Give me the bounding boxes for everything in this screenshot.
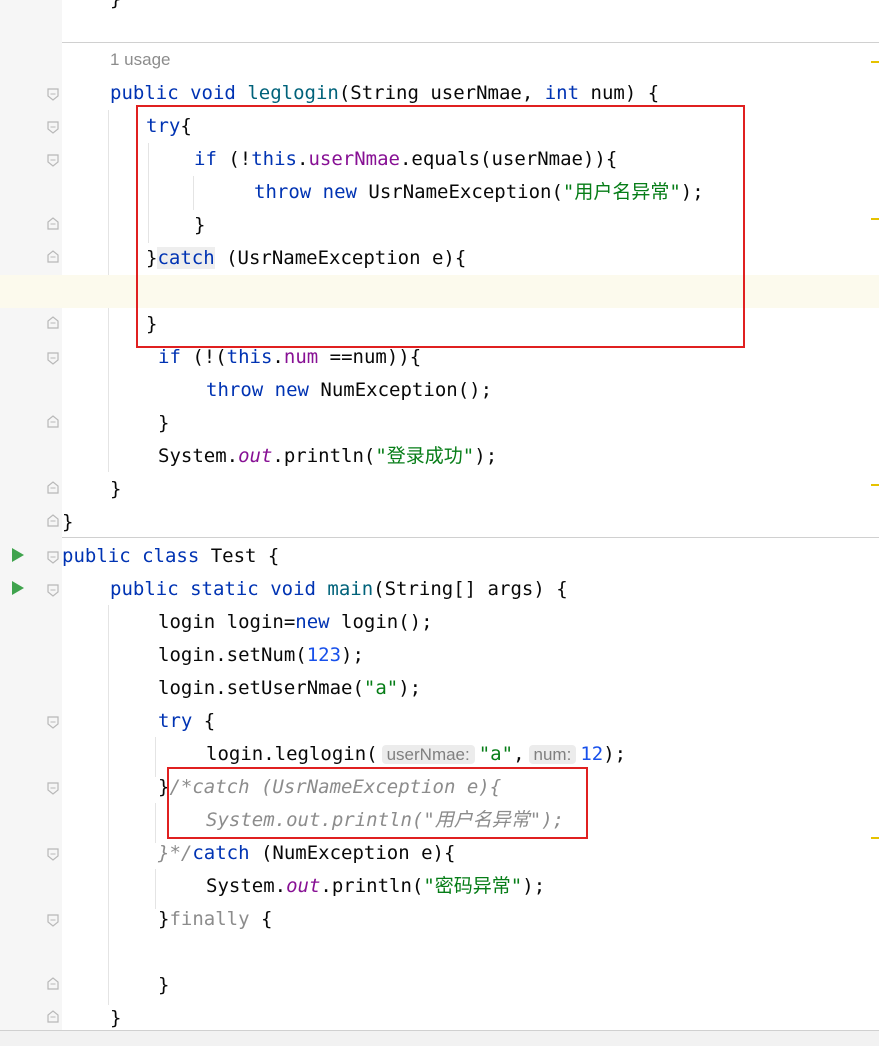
fold-icon[interactable] <box>46 583 60 597</box>
annotation-box-commented-catch <box>167 767 588 839</box>
code-line[interactable]: login login=new login(); <box>0 606 879 639</box>
method-name: leglogin <box>247 82 339 104</box>
fold-icon[interactable] <box>46 87 60 101</box>
code-line[interactable]: System.out.println("密码异常"); <box>0 870 879 903</box>
code-line[interactable]: }*/catch (NumException e){ <box>0 837 879 870</box>
fold-icon[interactable] <box>46 153 60 167</box>
warning-stripe-marker[interactable] <box>871 484 879 486</box>
run-class-icon[interactable] <box>12 548 24 562</box>
code-line[interactable]: login.setNum(123); <box>0 639 879 672</box>
param-hint-num: num: <box>528 745 577 764</box>
warning-stripe-marker[interactable] <box>871 837 879 839</box>
code-line[interactable]: public class Test { <box>0 540 879 573</box>
code-line[interactable]: } <box>0 969 879 1002</box>
code-line[interactable]: } <box>0 473 879 506</box>
code-line[interactable]: public static void main(String[] args) { <box>0 573 879 606</box>
fold-end-icon[interactable] <box>46 250 60 264</box>
code-line[interactable]: } <box>0 407 879 440</box>
annotation-box-try-catch <box>136 105 745 348</box>
run-main-icon[interactable] <box>12 581 24 595</box>
code-line[interactable]: } <box>0 506 879 539</box>
code-line[interactable]: login.setUserNmae("a"); <box>0 672 879 705</box>
editor-bottom-bar <box>0 1030 879 1046</box>
code-line[interactable]: try { <box>0 705 879 738</box>
fold-end-icon[interactable] <box>46 1010 60 1024</box>
fold-icon[interactable] <box>46 913 60 927</box>
fold-end-icon[interactable] <box>46 415 60 429</box>
code-line[interactable] <box>0 936 879 969</box>
fold-icon[interactable] <box>46 781 60 795</box>
fold-end-icon[interactable] <box>46 481 60 495</box>
code-line[interactable]: throw new NumException(); <box>0 374 879 407</box>
fold-end-icon[interactable] <box>46 977 60 991</box>
fold-end-icon[interactable] <box>46 217 60 231</box>
fold-end-icon[interactable] <box>46 316 60 330</box>
fold-icon[interactable] <box>46 550 60 564</box>
method-separator <box>62 42 879 43</box>
code-line[interactable]: }finally { <box>0 903 879 936</box>
fold-icon[interactable] <box>46 120 60 134</box>
code-line[interactable]: System.out.println("登录成功"); <box>0 440 879 473</box>
fold-end-icon[interactable] <box>46 514 60 528</box>
code-line[interactable]: } <box>0 0 879 16</box>
usage-hint[interactable]: 1 usage <box>110 50 171 70</box>
fold-icon[interactable] <box>46 847 60 861</box>
param-hint-usernmae: userNmae: <box>381 745 475 764</box>
fold-icon[interactable] <box>46 715 60 729</box>
warning-stripe-marker[interactable] <box>871 218 879 220</box>
fold-icon[interactable] <box>46 351 60 365</box>
warning-stripe-marker[interactable] <box>871 61 879 63</box>
